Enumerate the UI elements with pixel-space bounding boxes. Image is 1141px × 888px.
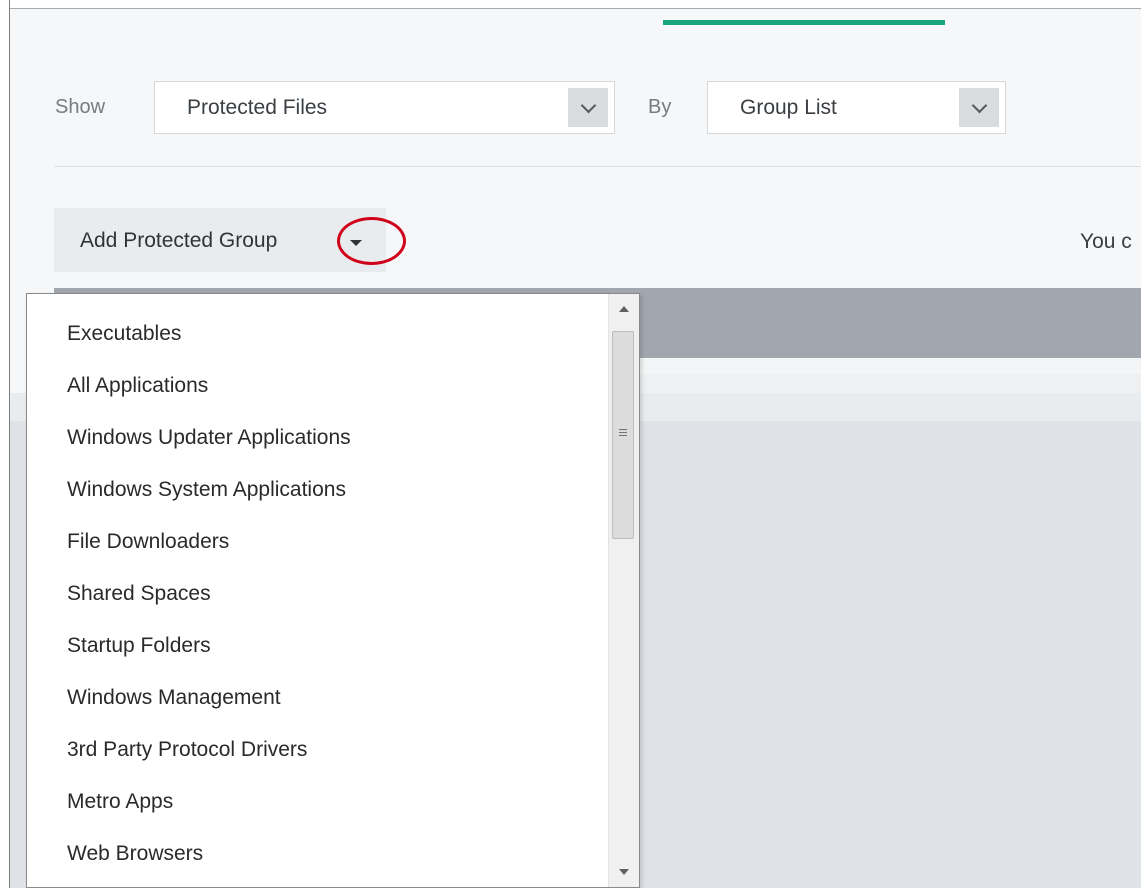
dropdown-item-executables[interactable]: Executables — [27, 308, 351, 360]
show-select-value: Protected Files — [187, 96, 328, 119]
window-frame-top — [10, 0, 1141, 9]
by-select[interactable]: Group List — [707, 81, 1006, 134]
show-select[interactable]: Protected Files — [154, 81, 615, 134]
window-frame-left — [0, 0, 10, 888]
dropdown-scrollbar[interactable] — [608, 294, 639, 887]
by-select-toggle[interactable] — [959, 88, 999, 127]
chevron-down-icon — [971, 97, 987, 113]
dropdown-item-windows-updater-applications[interactable]: Windows Updater Applications — [27, 412, 351, 464]
dropdown-item-startup-folders[interactable]: Startup Folders — [27, 620, 351, 672]
active-tab-indicator — [663, 20, 945, 25]
add-protected-group-label: Add Protected Group — [80, 229, 278, 252]
scroll-up-arrow-icon[interactable] — [619, 306, 629, 312]
dropdown-item-windows-system-applications[interactable]: Windows System Applications — [27, 464, 351, 516]
toolbar-divider — [54, 166, 1141, 167]
protected-group-dropdown[interactable]: Executables All Applications Windows Upd… — [26, 293, 640, 888]
grip-icon — [619, 429, 627, 438]
dropdown-item-3rd-party-protocol-drivers[interactable]: 3rd Party Protocol Drivers — [27, 724, 351, 776]
by-select-value: Group List — [740, 96, 837, 119]
show-label: Show — [55, 96, 106, 118]
dropdown-item-all-applications[interactable]: All Applications — [27, 360, 351, 412]
dropdown-item-web-browsers[interactable]: Web Browsers — [27, 828, 351, 880]
by-label: By — [648, 96, 672, 118]
dropdown-item-shared-spaces[interactable]: Shared Spaces — [27, 568, 351, 620]
scrollbar-thumb[interactable] — [612, 331, 634, 539]
scroll-down-arrow-icon[interactable] — [619, 869, 629, 875]
red-circle-highlight — [337, 217, 406, 265]
chevron-down-icon — [580, 97, 596, 113]
dropdown-list: Executables All Applications Windows Upd… — [27, 308, 351, 880]
info-text: You c — [1080, 230, 1132, 253]
dropdown-item-metro-apps[interactable]: Metro Apps — [27, 776, 351, 828]
dropdown-item-windows-management[interactable]: Windows Management — [27, 672, 351, 724]
show-select-toggle[interactable] — [568, 88, 608, 127]
dropdown-item-file-downloaders[interactable]: File Downloaders — [27, 516, 351, 568]
